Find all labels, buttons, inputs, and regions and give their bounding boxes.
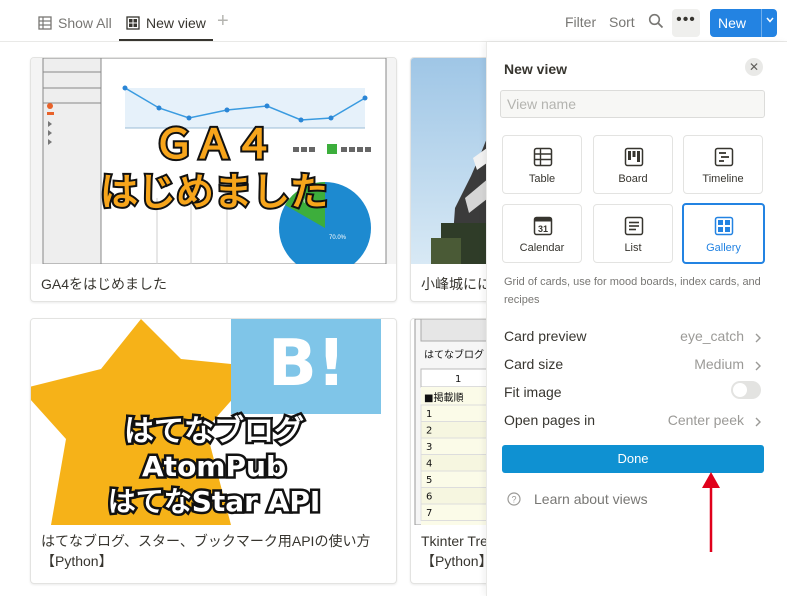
new-button[interactable]: New	[710, 9, 777, 37]
layout-option-table[interactable]: Table	[502, 135, 582, 194]
gallery-icon	[714, 216, 734, 236]
option-label: Card size	[504, 356, 564, 372]
list-icon	[624, 216, 644, 236]
screenshot-row-label: 7	[426, 508, 432, 519]
table-icon	[38, 16, 52, 30]
option-label: Fit image	[504, 384, 562, 400]
close-icon[interactable]: ✕	[745, 58, 763, 76]
add-view-icon[interactable]: +	[217, 10, 229, 32]
card-cover-image: B! はてなブログ AtomPub はてなStar API	[31, 319, 396, 525]
cover-headline: はてなブログ	[124, 414, 304, 449]
layout-option-gallery[interactable]: Gallery	[682, 203, 765, 264]
option-open-pages-in[interactable]: Open pages in Center peek	[504, 412, 764, 432]
new-view-panel: New view ✕ Table Board Timeline 31 Calen…	[486, 42, 787, 596]
learn-label: Learn about views	[534, 491, 648, 507]
layout-option-timeline[interactable]: Timeline	[683, 135, 763, 194]
chevron-right-icon	[755, 417, 761, 427]
search-icon[interactable]	[648, 13, 664, 29]
tab-label: New view	[146, 15, 206, 31]
card-cover-image: 70.0% 20% ＧＡ４ はじめました	[31, 58, 396, 264]
card-title: はてなブログ、スター、ブックマーク用APIの使い方【Python】	[41, 533, 371, 569]
table-icon	[533, 147, 553, 167]
fit-image-toggle[interactable]	[731, 381, 761, 399]
cover-headline: AtomPub	[142, 450, 286, 483]
bookmark-badge: B!	[268, 327, 346, 401]
layout-label: List	[624, 242, 642, 254]
screenshot-row-label: 6	[426, 492, 432, 503]
calendar-icon: 31	[533, 216, 553, 236]
tab-label: Show All	[58, 15, 112, 31]
chevron-right-icon	[755, 333, 761, 343]
option-fit-image: Fit image	[504, 384, 764, 404]
chevron-right-icon	[755, 361, 761, 371]
annotation-arrow-icon	[702, 472, 720, 552]
layout-label: Table	[528, 173, 556, 185]
help-icon: ?	[507, 492, 521, 506]
layout-option-board[interactable]: Board	[593, 135, 673, 194]
option-card-preview[interactable]: Card preview eye_catch	[504, 328, 764, 348]
cover-headline: ＧＡ４	[154, 122, 274, 168]
option-card-size[interactable]: Card size Medium	[504, 356, 764, 376]
tab-new-view[interactable]: New view	[126, 8, 206, 38]
layout-option-list[interactable]: List	[593, 204, 673, 263]
chevron-down-icon[interactable]	[765, 15, 775, 25]
toggle-knob	[733, 383, 747, 397]
screenshot-row-label: 4	[426, 459, 432, 470]
divider	[761, 9, 762, 37]
cover-illustration: B! はてなブログ AtomPub はてなStar API	[31, 319, 396, 525]
layout-label: Board	[618, 173, 648, 185]
screenshot-section: ■掲載順	[424, 392, 463, 404]
screenshot-header: はてなブログ	[424, 348, 484, 361]
layout-description: Grid of cards, use for mood boards, inde…	[504, 276, 761, 306]
view-tabs-bar: Show All New view + Filter Sort ••• New	[0, 0, 787, 42]
filter-button[interactable]: Filter	[565, 14, 596, 30]
card-title: Tkinter Tre【Python】	[421, 533, 493, 569]
layout-label: Timeline	[702, 173, 744, 185]
panel-title: New view	[504, 61, 568, 77]
layout-label: Gallery	[706, 242, 741, 254]
done-button[interactable]: Done	[502, 445, 764, 473]
screenshot-row-label: 2	[426, 426, 432, 437]
timeline-icon	[714, 147, 734, 167]
option-label: Open pages in	[504, 412, 596, 428]
sort-button[interactable]: Sort	[609, 14, 635, 30]
card-title: GA4をはじめました	[41, 276, 168, 292]
screenshot-row-label: 5	[426, 475, 432, 486]
layout-label: Calendar	[519, 242, 565, 254]
gallery-card[interactable]: B! はてなブログ AtomPub はてなStar API はてなブログ、スター…	[30, 318, 397, 584]
pie-label: 70.0%	[329, 235, 347, 241]
active-tab-indicator	[119, 39, 213, 41]
option-value: Center peek	[667, 412, 744, 428]
view-name-input[interactable]	[500, 90, 765, 118]
calendar-day: 31	[538, 224, 548, 234]
option-value: eye_catch	[680, 328, 744, 344]
gallery-card[interactable]: 70.0% 20% ＧＡ４ はじめました GA4をはじめました	[30, 57, 397, 302]
cover-illustration: 70.0% 20% ＧＡ４ はじめました	[31, 58, 396, 264]
screenshot-column: 1	[455, 374, 461, 385]
option-label: Card preview	[504, 328, 587, 344]
screenshot-row-label: 3	[426, 442, 432, 453]
tab-show-all[interactable]: Show All	[38, 8, 112, 38]
cover-headline: はじめました	[100, 170, 328, 214]
card-title: 小峰城にに	[421, 276, 491, 292]
new-button-label: New	[718, 15, 747, 31]
option-value: Medium	[694, 356, 744, 372]
screenshot-row-label: 1	[426, 409, 432, 420]
more-options-button[interactable]: •••	[672, 9, 700, 37]
board-icon	[624, 147, 644, 167]
cover-headline: はてなStar API	[108, 485, 321, 518]
svg-text:?: ?	[511, 495, 516, 505]
gallery-icon	[126, 16, 140, 30]
layout-option-calendar[interactable]: 31 Calendar	[502, 204, 582, 263]
